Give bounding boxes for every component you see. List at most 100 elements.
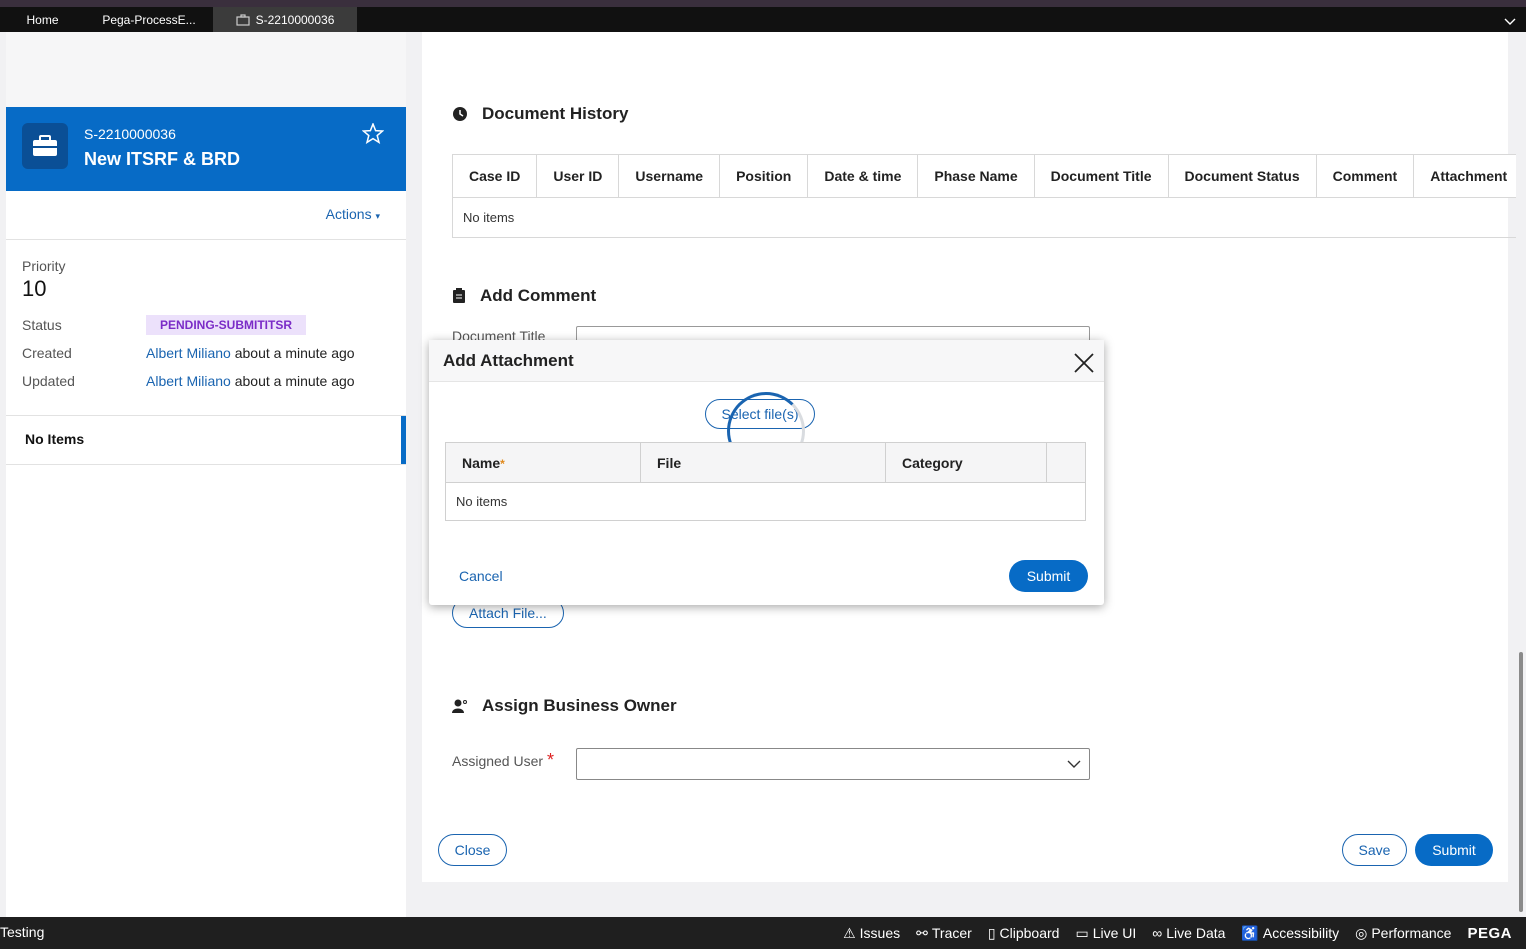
column-header[interactable]: Phase Name [917,154,1035,198]
scrollbar[interactable] [1516,32,1526,917]
required-marker: * [500,456,505,471]
table-row: No items [445,482,1086,521]
required-marker: * [546,750,554,770]
priority-label: Priority [22,258,66,274]
live-ui-tool[interactable]: ▭ Live UI [1075,925,1136,942]
briefcase-icon [236,13,250,26]
column-header[interactable]: Date & time [807,154,919,198]
cancel-button[interactable]: Cancel [459,568,503,584]
created-label: Created [22,345,72,361]
modal-submit-button[interactable]: Submit [1009,560,1088,592]
user-assign-icon [452,699,467,713]
assigned-user-label-text: Assigned User [452,753,544,769]
updated-value: Albert Miliano about a minute ago [146,373,355,389]
clipboard-label: Clipboard [999,925,1060,941]
accessibility-tool[interactable]: ♿ Accessibility [1241,925,1339,942]
close-button[interactable]: Close [438,834,507,866]
document-history-table: Case ID User ID Username Position Date &… [452,154,1525,238]
pega-logo: PEGA [1467,924,1512,942]
history-icon [453,107,467,121]
assign-owner-title: Assign Business Owner [482,696,677,715]
close-icon[interactable] [1074,353,1094,373]
case-summary-panel: S-2210000036 New ITSRF & BRD Actions ▾ P… [6,32,406,917]
issues-label: Issues [859,925,901,941]
priority-value: 10 [22,276,47,301]
star-icon[interactable] [362,123,384,144]
save-button[interactable]: Save [1342,834,1407,866]
chevron-down-icon[interactable] [1504,18,1516,25]
case-title: New ITSRF & BRD [84,149,241,169]
actions-menu[interactable]: Actions ▾ [326,206,380,222]
created-when: about a minute ago [234,345,355,361]
tab-process-label: Pega-ProcessE... [102,12,196,27]
divider [6,239,406,240]
caret-down-icon: ▾ [375,211,380,221]
dev-tools: ⚠ Issues ⚯ Tracer ▯ Clipboard ▭ Live UI ∞ Liv… [843,917,1512,949]
add-comment-title: Add Comment [480,286,597,305]
tracer-tool[interactable]: ⚯ Tracer [916,925,972,942]
live-ui-label: Live UI [1092,925,1137,941]
assigned-user-label: Assigned User * [452,750,554,771]
tracer-label: Tracer [931,925,972,941]
case-header: S-2210000036 New ITSRF & BRD [6,107,406,191]
performance-label: Performance [1371,925,1452,941]
attachments-table: Name* File Category No items [445,442,1086,521]
updated-by-link[interactable]: Albert Miliano [146,373,231,389]
table-row: No items [452,197,1524,238]
created-value: Albert Miliano about a minute ago [146,345,355,361]
tab-home-label: Home [26,12,59,27]
live-data-tool[interactable]: ∞ Live Data [1152,925,1225,941]
tab-active-case[interactable]: S-2210000036 [213,7,357,32]
table-header-row: Name* File Category [445,442,1086,483]
performance-tool[interactable]: ◎ Performance [1355,925,1451,942]
column-header [1046,442,1086,483]
add-attachment-modal: Add Attachment Select file(s) Name* File… [429,340,1104,605]
actions-label: Actions [325,206,372,222]
column-header[interactable]: Document Title [1034,154,1169,198]
warning-icon: ⚠ [843,924,856,941]
clipboard-icon: ▯ [987,924,996,941]
column-header-name: Name* [445,442,641,483]
empty-message: No items [452,197,1524,238]
created-by-link[interactable]: Albert Miliano [146,345,231,361]
tab-home[interactable]: Home [0,7,85,32]
live-ui-icon: ▭ [1075,924,1089,941]
column-header-name-label: Name [462,454,501,471]
submit-button[interactable]: Submit [1415,834,1493,866]
environment-label: Testing [0,924,45,940]
case-id: S-2210000036 [84,126,176,142]
column-header: Category [885,442,1047,483]
column-header[interactable]: User ID [536,154,620,198]
assigned-user-select[interactable] [576,748,1090,780]
divider [6,415,406,416]
column-header[interactable]: Case ID [452,154,538,198]
tab-active-case-label: S-2210000036 [255,12,335,27]
briefcase-icon [33,135,57,156]
status-label: Status [22,317,62,333]
column-header[interactable]: Username [618,154,721,198]
empty-message: No items [445,482,1086,521]
issues-tool[interactable]: ⚠ Issues [843,925,900,942]
active-indicator [401,416,406,464]
developer-toolbar: Testing ⚠ Issues ⚯ Tracer ▯ Clipboard ▭ Live… [0,917,1526,949]
document-history-title: Document History [482,104,629,123]
clipboard-tool[interactable]: ▯ Clipboard [988,925,1060,942]
status-badge: PENDING-SUBMITITSR [146,315,306,335]
divider [6,464,406,465]
column-header[interactable]: Attachment [1413,154,1524,198]
updated-label: Updated [22,373,75,389]
column-header[interactable]: Document Status [1168,154,1317,198]
tab-bar: Home Pega-ProcessE... S-2210000036 [0,7,1526,32]
modal-title: Add Attachment [443,351,574,370]
tab-process[interactable]: Pega-ProcessE... [85,7,213,32]
live-data-label: Live Data [1166,925,1226,941]
accessibility-icon: ♿ [1241,924,1259,941]
related-empty: No Items [25,431,85,447]
table-header-row: Case ID User ID Username Position Date &… [452,154,1524,198]
chevron-down-icon [1067,760,1081,768]
column-header[interactable]: Comment [1316,154,1415,198]
column-header[interactable]: Position [719,154,809,198]
scrollbar-thumb[interactable] [1519,652,1523,912]
modal-header: Add Attachment [429,340,1104,382]
gauge-icon: ◎ [1355,924,1368,941]
